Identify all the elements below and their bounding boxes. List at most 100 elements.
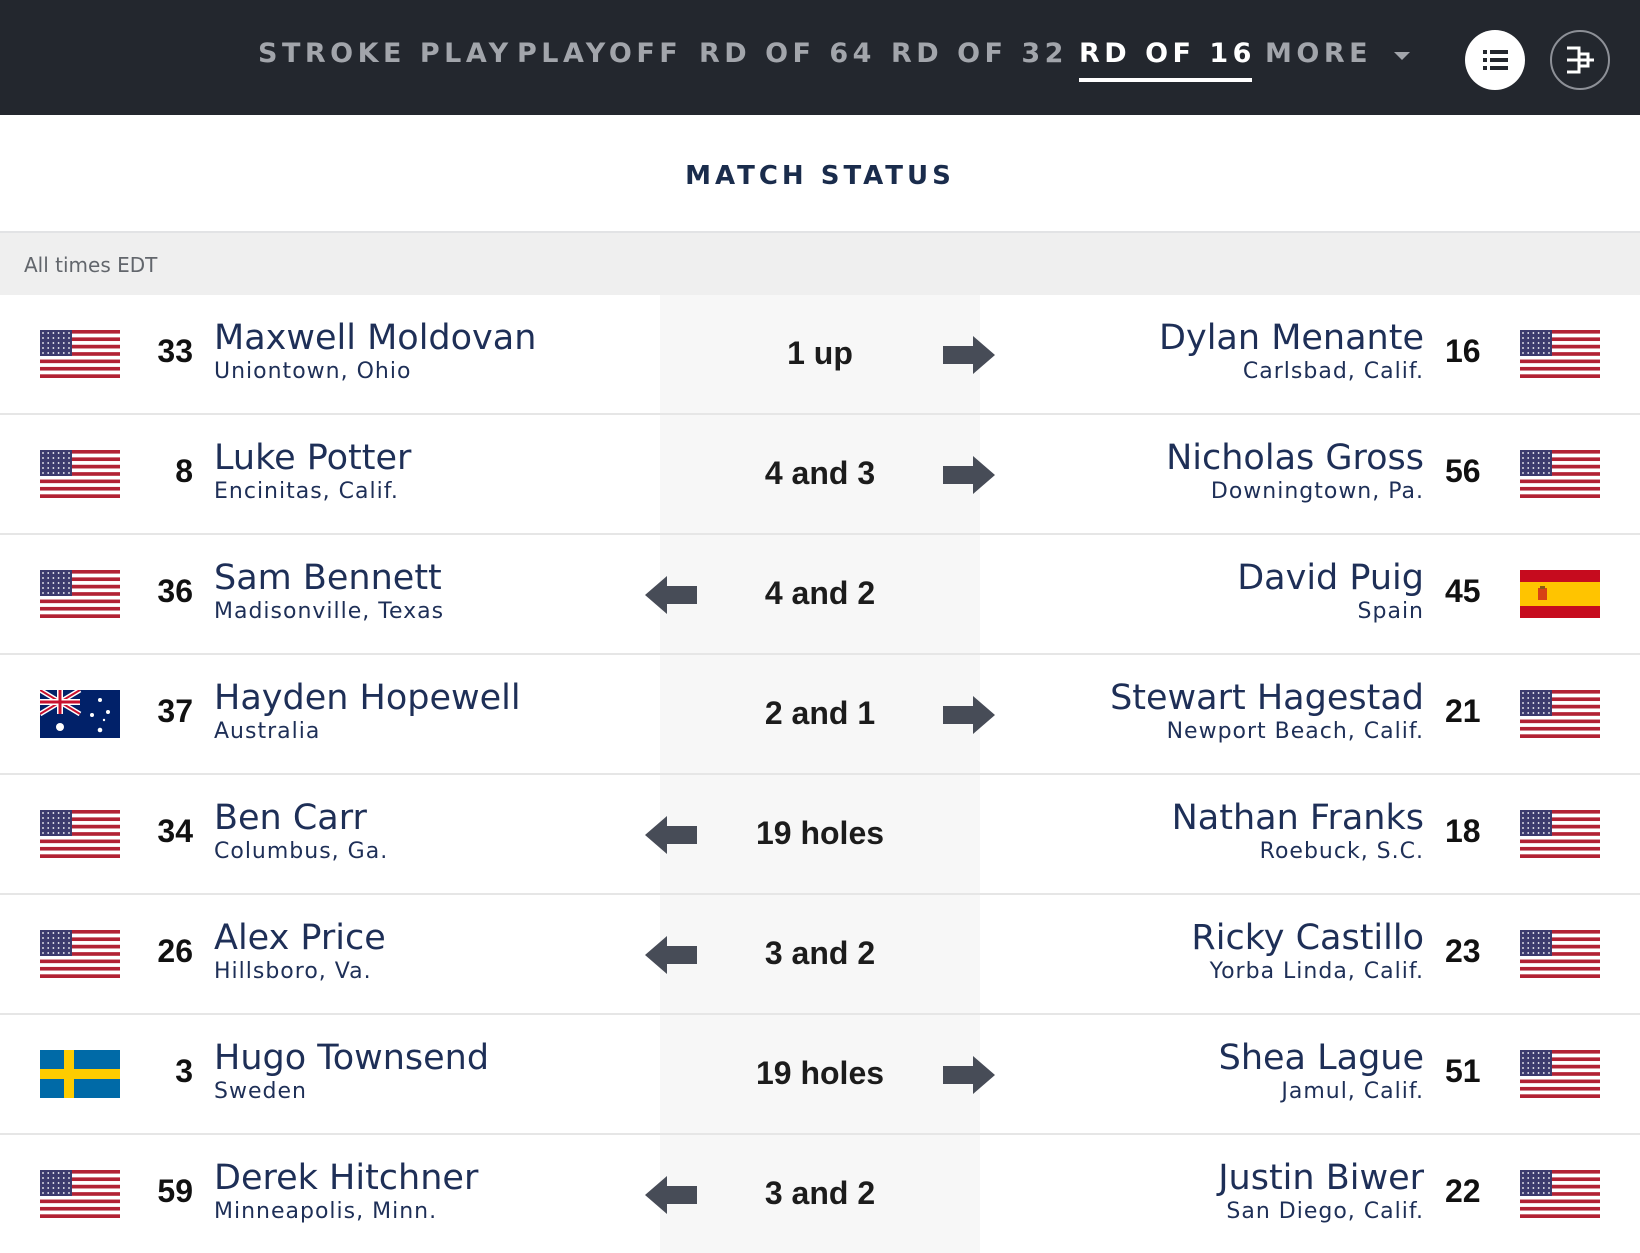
player-name[interactable]: Hugo Townsend — [214, 1038, 489, 1078]
player-seed: 26 — [157, 933, 193, 969]
country-flag-icon — [38, 687, 120, 738]
match-result: 3 and 2 — [764, 1175, 876, 1211]
country-flag-icon — [1520, 930, 1600, 979]
player-name[interactable]: David Puig — [1237, 558, 1424, 598]
player-seed: 51 — [1445, 1053, 1481, 1089]
player-seed: 56 — [1445, 453, 1481, 489]
tab-rd-of-16-label: RD OF 16 — [1079, 38, 1256, 69]
tab-rd-of-64[interactable]: RD OF 64 — [699, 38, 876, 78]
country-flag-icon — [1520, 450, 1600, 499]
match-status-header: MATCH STATUS — [0, 115, 1640, 233]
player-name[interactable]: Hayden Hopewell — [214, 678, 521, 718]
player-seed: 22 — [1445, 1173, 1481, 1209]
player-hometown: Roebuck, S.C. — [1259, 839, 1424, 864]
match-row[interactable]: 33 Maxwell Moldovan Uniontown, Ohio 1 up… — [0, 295, 1640, 415]
match-result: 3 and 2 — [764, 935, 876, 971]
player-seed: 23 — [1445, 933, 1481, 969]
player-hometown: Madisonville, Texas — [214, 599, 445, 624]
player-seed: 18 — [1445, 813, 1481, 849]
player-name[interactable]: Sam Bennett — [214, 558, 442, 598]
country-flag-icon — [1520, 810, 1600, 859]
timezone-bar: All times EDT — [0, 233, 1640, 295]
chevron-down-icon — [1394, 52, 1411, 60]
player-seed: 16 — [1445, 333, 1481, 369]
player-hometown: Hillsboro, Va. — [214, 959, 372, 984]
matches-list: 33 Maxwell Moldovan Uniontown, Ohio 1 up… — [0, 295, 1640, 1253]
player-seed: 34 — [157, 813, 193, 849]
match-result: 2 and 1 — [764, 695, 876, 731]
player-name[interactable]: Justin Biwer — [1218, 1158, 1424, 1198]
match-row[interactable]: 59 Derek Hitchner Minneapolis, Minn. 3 a… — [0, 1135, 1640, 1253]
country-flag-icon — [1520, 570, 1600, 618]
match-row[interactable]: 3 Hugo Townsend Sweden 19 holes Shea Lag… — [0, 1015, 1640, 1135]
player-hometown: Jamul, Calif. — [1281, 1079, 1424, 1104]
country-flag-icon — [1520, 690, 1600, 739]
country-flag-icon — [1520, 330, 1600, 379]
tab-playoff[interactable]: PLAYOFF — [517, 38, 682, 78]
player-name[interactable]: Alex Price — [214, 918, 386, 958]
player-hometown: Minneapolis, Minn. — [214, 1199, 438, 1224]
page-title: MATCH STATUS — [685, 161, 955, 191]
match-row[interactable]: 37 Hayden Hopewell Australia 2 and 1 Ste… — [0, 655, 1640, 775]
player-hometown: Spain — [1357, 599, 1424, 624]
player-seed: 33 — [157, 333, 193, 369]
match-result: 4 and 3 — [764, 455, 876, 491]
tab-more-label: MORE — [1265, 38, 1373, 69]
player-hometown: Newport Beach, Calif. — [1166, 719, 1424, 744]
country-flag-icon — [40, 450, 120, 499]
tab-more-dropdown[interactable]: MORE — [1265, 38, 1411, 78]
country-flag-icon — [40, 330, 120, 379]
player-name[interactable]: Nicholas Gross — [1166, 438, 1424, 478]
player-hometown: Carlsbad, Calif. — [1242, 359, 1424, 384]
match-row[interactable]: 36 Sam Bennett Madisonville, Texas 4 and… — [0, 535, 1640, 655]
tab-stroke-play[interactable]: STROKE PLAY — [258, 38, 513, 78]
player-name[interactable]: Nathan Franks — [1172, 798, 1424, 838]
match-result: 1 up — [787, 335, 853, 371]
player-hometown: Uniontown, Ohio — [214, 359, 412, 384]
player-seed: 8 — [175, 453, 193, 489]
country-flag-icon — [40, 930, 120, 979]
match-result: 19 holes — [755, 1055, 885, 1091]
player-seed: 45 — [1445, 573, 1481, 609]
match-result: 4 and 2 — [764, 575, 876, 611]
match-row[interactable]: 8 Luke Potter Encinitas, Calif. 4 and 3 … — [0, 415, 1640, 535]
active-tab-underline — [1079, 78, 1252, 82]
country-flag-icon — [1520, 1170, 1600, 1219]
match-result: 19 holes — [755, 815, 885, 851]
player-seed: 36 — [157, 573, 193, 609]
player-hometown: Yorba Linda, Calif. — [1209, 959, 1424, 984]
player-seed: 37 — [157, 693, 193, 729]
list-view-icon — [1483, 50, 1508, 70]
player-hometown: Sweden — [214, 1079, 307, 1104]
player-name[interactable]: Derek Hitchner — [214, 1158, 478, 1198]
bracket-view-icon — [1567, 46, 1594, 74]
player-hometown: Encinitas, Calif. — [214, 479, 399, 504]
match-row[interactable]: 34 Ben Carr Columbus, Ga. 19 holes Natha… — [0, 775, 1640, 895]
country-flag-icon — [40, 1050, 120, 1098]
player-name[interactable]: Stewart Hagestad — [1110, 678, 1424, 718]
player-name[interactable]: Dylan Menante — [1159, 318, 1424, 358]
player-hometown: Australia — [214, 719, 321, 744]
player-seed: 21 — [1445, 693, 1481, 729]
tab-rd-of-16[interactable]: RD OF 16 — [1079, 38, 1256, 82]
top-nav-bar: STROKE PLAY PLAYOFF RD OF 64 RD OF 32 RD… — [0, 0, 1640, 115]
country-flag-icon — [40, 1170, 120, 1219]
match-row[interactable]: 26 Alex Price Hillsboro, Va. 3 and 2 Ric… — [0, 895, 1640, 1015]
player-name[interactable]: Ben Carr — [214, 798, 367, 838]
player-hometown: San Diego, Calif. — [1226, 1199, 1424, 1224]
player-seed: 59 — [157, 1173, 193, 1209]
player-hometown: Downingtown, Pa. — [1210, 479, 1424, 504]
player-name[interactable]: Maxwell Moldovan — [214, 318, 536, 358]
player-name[interactable]: Shea Lague — [1219, 1038, 1424, 1078]
country-flag-icon — [40, 570, 120, 619]
player-seed: 3 — [175, 1053, 193, 1089]
country-flag-icon — [40, 810, 120, 859]
country-flag-icon — [1520, 1050, 1600, 1099]
tab-rd-of-32[interactable]: RD OF 32 — [891, 38, 1068, 78]
player-hometown: Columbus, Ga. — [214, 839, 389, 864]
bracket-view-button[interactable] — [1550, 30, 1610, 90]
player-name[interactable]: Luke Potter — [214, 438, 411, 478]
player-name[interactable]: Ricky Castillo — [1191, 918, 1424, 958]
timezone-note: All times EDT — [24, 253, 158, 277]
list-view-button[interactable] — [1465, 30, 1525, 90]
